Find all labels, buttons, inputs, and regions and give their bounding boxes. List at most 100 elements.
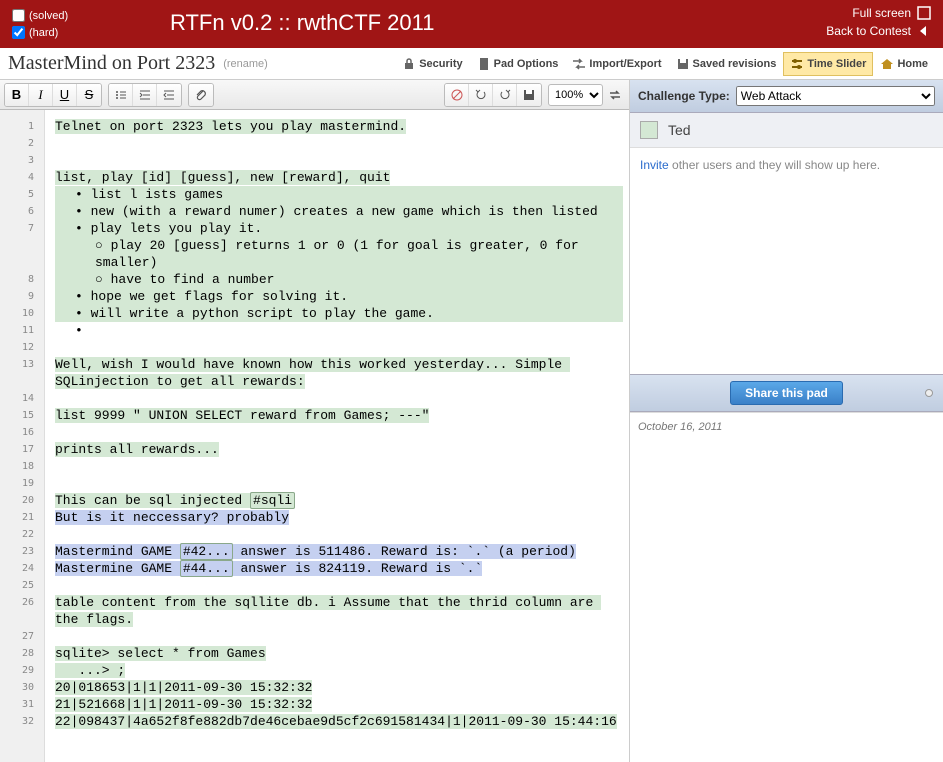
editor-line[interactable]: will write a python script to play the g… [55,305,623,322]
editor-line[interactable]: new (with a reward numer) creates a new … [55,203,623,220]
editor-column: B I U S 100% [0,80,630,762]
swap-icon [608,88,622,102]
sidebar-spacer [630,182,943,374]
strike-button[interactable]: S [77,84,101,106]
transfer-icon [572,57,586,71]
editor-line[interactable] [55,424,623,441]
invite-text: other users and they will show up here. [669,158,880,172]
editor-line[interactable]: Mastermine GAME #44... answer is 824119.… [55,560,623,577]
zoom-select[interactable]: 100% [548,84,603,106]
editor-line[interactable] [55,577,623,594]
editor-line[interactable] [55,390,623,407]
share-pad-button[interactable]: Share this pad [730,381,843,405]
editor-line[interactable] [55,475,623,492]
editor-line[interactable]: 21|521668|1|1|2011-09-30 15:32:32 [55,696,623,713]
back-arrow-icon [917,24,931,38]
nocolor-icon [450,88,464,102]
share-toggle-icon[interactable] [925,389,933,397]
challenge-type-header: Challenge Type: Web Attack [630,80,943,113]
top-bar: (solved) (hard) RTFn v0.2 :: rwthCTF 201… [0,0,943,48]
security-button[interactable]: Security [395,52,469,76]
editor-line[interactable]: sqlite> select * from Games [55,645,623,662]
chat-area: October 16, 2011 [630,412,943,762]
fullscreen-icon [917,6,931,20]
import-export-button[interactable]: Import/Export [565,52,668,76]
line-gutter: 1234567891011121314151617181920212223242… [0,110,45,762]
pad-header: MasterMind on Port 2323 (rename) Securit… [0,48,943,80]
editor-line[interactable]: list, play [id] [guess], new [reward], q… [55,169,623,186]
outdent-icon [162,88,176,102]
invite-link[interactable]: Invite [640,158,669,172]
pad-title: MasterMind on Port 2323 [8,52,215,75]
editor-line[interactable]: table content from the sqllite db. i Ass… [55,594,623,628]
fullscreen-button[interactable]: Full screen [826,6,931,20]
challenge-type-label: Challenge Type: [638,89,730,103]
user-name[interactable]: Ted [668,122,691,138]
editor-line[interactable]: But is it neccessary? probably [55,509,623,526]
editor-line[interactable]: hope we get flags for solving it. [55,288,623,305]
bullet-list-button[interactable] [109,84,133,106]
editor-line[interactable]: play lets you play it. [55,220,623,237]
editor-line[interactable] [55,322,623,339]
invite-row: Invite other users and they will show up… [630,148,943,182]
clear-colors-button[interactable] [445,84,469,106]
save-rev-button[interactable] [517,84,541,106]
pad-options-button[interactable]: Pad Options [470,52,566,76]
indent-icon [138,88,152,102]
back-to-contest-button[interactable]: Back to Contest [826,24,931,38]
hard-checkbox-row[interactable]: (hard) [12,26,68,39]
main-area: B I U S 100% [0,80,943,762]
lock-icon [402,57,416,71]
slider-icon [790,57,804,71]
editor-line[interactable]: ...> ; [55,662,623,679]
editor-line[interactable]: play 20 [guess] returns 1 or 0 (1 for go… [55,237,623,271]
sidebar: Challenge Type: Web Attack Ted Invite ot… [630,80,943,762]
solved-checkbox[interactable] [12,9,25,22]
topbar-checkboxes: (solved) (hard) [12,9,68,39]
rename-link[interactable]: (rename) [223,58,268,70]
editor-line[interactable]: 22|098437|4a652f8fe882db7de46cebae9d5cf2… [55,713,623,730]
editor-line[interactable]: have to find a number [55,271,623,288]
disk-icon [522,88,536,102]
editor-line[interactable] [55,628,623,645]
editor-line[interactable]: prints all rewards... [55,441,623,458]
editor-line[interactable] [55,458,623,475]
attach-button[interactable] [189,84,213,106]
editor-body: 1234567891011121314151617181920212223242… [0,110,629,762]
editor-line[interactable]: Telnet on port 2323 lets you play master… [55,118,623,135]
solved-checkbox-row[interactable]: (solved) [12,9,68,22]
home-button[interactable]: Home [873,52,935,76]
paperclip-icon [194,88,208,102]
editor-content[interactable]: Telnet on port 2323 lets you play master… [45,110,629,762]
italic-button[interactable]: I [29,84,53,106]
challenge-type-select[interactable]: Web Attack [736,86,935,106]
editor-line[interactable]: Mastermind GAME #42... answer is 511486.… [55,543,623,560]
hard-checkbox[interactable] [12,26,25,39]
save-icon [676,57,690,71]
editor-line[interactable] [55,526,623,543]
time-slider-button[interactable]: Time Slider [783,52,873,76]
saved-revisions-button[interactable]: Saved revisions [669,52,784,76]
outdent-button[interactable] [157,84,181,106]
underline-button[interactable]: U [53,84,77,106]
undo-button[interactable] [469,84,493,106]
editor-toolbar: B I U S 100% [0,80,629,110]
editor-line[interactable] [55,152,623,169]
editor-line[interactable]: 20|018653|1|1|2011-09-30 15:32:32 [55,679,623,696]
editor-line[interactable]: list 9999 " UNION SELECT reward from Gam… [55,407,623,424]
redo-button[interactable] [493,84,517,106]
editor-line[interactable]: This can be sql injected #sqli [55,492,623,509]
document-icon [477,57,491,71]
share-bar: Share this pad [630,374,943,412]
attach-group [188,83,214,107]
user-color-swatch[interactable] [640,121,658,139]
editor-line[interactable] [55,135,623,152]
editor-line[interactable]: Well, wish I would have known how this w… [55,356,623,390]
swap-panels-button[interactable] [605,84,625,106]
indent-button[interactable] [133,84,157,106]
bold-button[interactable]: B [5,84,29,106]
editor-line[interactable]: list l ists games [55,186,623,203]
editor-line[interactable] [55,339,623,356]
solved-label: (solved) [29,10,68,22]
topbar-right: Full screen Back to Contest [826,6,931,42]
